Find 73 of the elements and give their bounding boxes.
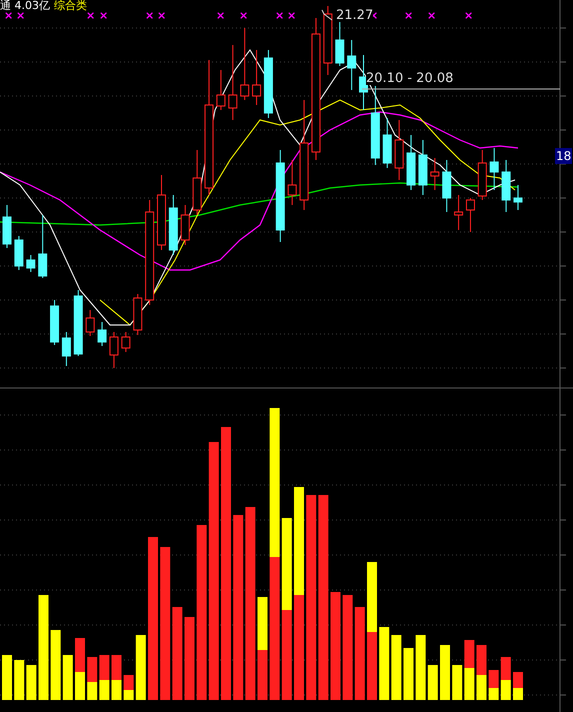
candlestick bbox=[466, 198, 475, 232]
signal-mark: × bbox=[464, 10, 474, 21]
candlestick bbox=[454, 194, 464, 230]
candlestick bbox=[74, 290, 83, 356]
volume-bar bbox=[99, 655, 110, 700]
candlestick bbox=[394, 120, 404, 180]
volume-bar bbox=[26, 665, 36, 700]
candlestick bbox=[288, 160, 297, 206]
candlestick bbox=[442, 160, 452, 212]
candlestick bbox=[86, 310, 95, 336]
float-shares-label: 通 4.03亿 bbox=[0, 0, 50, 11]
candlestick bbox=[323, 6, 332, 76]
volume-bar bbox=[14, 660, 24, 700]
volume-bar bbox=[50, 630, 61, 700]
candlestick bbox=[14, 236, 24, 270]
axis-price-label: 18 bbox=[555, 148, 572, 164]
volume-bar bbox=[2, 655, 12, 700]
volume-bar bbox=[112, 655, 122, 700]
volume-bar bbox=[428, 665, 438, 700]
volume-bar bbox=[391, 635, 402, 700]
volume-bar bbox=[440, 645, 450, 700]
signal-mark: × bbox=[404, 10, 414, 21]
volume-bar bbox=[416, 635, 426, 700]
signal-mark: × bbox=[157, 10, 166, 21]
volume-bar bbox=[488, 670, 499, 700]
signal-mark: × bbox=[275, 10, 284, 21]
leader-line bbox=[322, 10, 332, 20]
volume-bar bbox=[75, 638, 85, 700]
signal-mark: × bbox=[86, 10, 96, 21]
signal-mark: × bbox=[145, 10, 154, 21]
candlestick bbox=[192, 150, 202, 216]
candlestick bbox=[50, 300, 60, 346]
signal-mark: × bbox=[16, 10, 26, 21]
volume-bar bbox=[124, 675, 134, 700]
volume-bar bbox=[476, 645, 486, 700]
candlestick bbox=[406, 134, 416, 190]
signal-mark: × bbox=[99, 10, 108, 21]
volume-bar bbox=[404, 648, 414, 700]
candlestick bbox=[430, 158, 440, 190]
signal-mark: × bbox=[287, 10, 296, 21]
candlestick bbox=[98, 322, 107, 346]
candlestick bbox=[109, 332, 118, 368]
candlestick bbox=[168, 194, 178, 256]
candlestick bbox=[216, 70, 226, 110]
candlestick bbox=[347, 40, 356, 90]
candlestick bbox=[382, 118, 392, 168]
signal-mark: × bbox=[216, 10, 226, 21]
price-range-label: 20.10 - 20.08 bbox=[366, 72, 454, 85]
volume-bar bbox=[87, 657, 98, 700]
candlestick bbox=[418, 140, 428, 196]
volume-bar bbox=[464, 640, 474, 700]
candlestick bbox=[26, 254, 36, 272]
volume-bar bbox=[136, 635, 146, 700]
signal-mark: × bbox=[427, 10, 436, 21]
candlestick bbox=[2, 204, 12, 248]
volume-bar bbox=[452, 665, 462, 700]
candlestick bbox=[252, 50, 262, 106]
sector-label: 综合类 bbox=[54, 0, 87, 11]
candlestick bbox=[38, 214, 48, 278]
volume-bar bbox=[513, 672, 523, 700]
candlestick bbox=[180, 204, 190, 246]
candlestick bbox=[502, 160, 511, 212]
candlestick bbox=[514, 184, 522, 210]
candlestick bbox=[133, 294, 142, 336]
signal-mark: × bbox=[4, 10, 14, 21]
candlestick bbox=[62, 332, 71, 366]
candlestick bbox=[490, 148, 499, 190]
signal-mark: × bbox=[239, 10, 248, 21]
volume-bar bbox=[500, 657, 511, 700]
candlestick bbox=[478, 150, 487, 200]
candlestick bbox=[121, 332, 130, 352]
volume-bar bbox=[62, 655, 73, 700]
candlestick bbox=[264, 50, 273, 118]
